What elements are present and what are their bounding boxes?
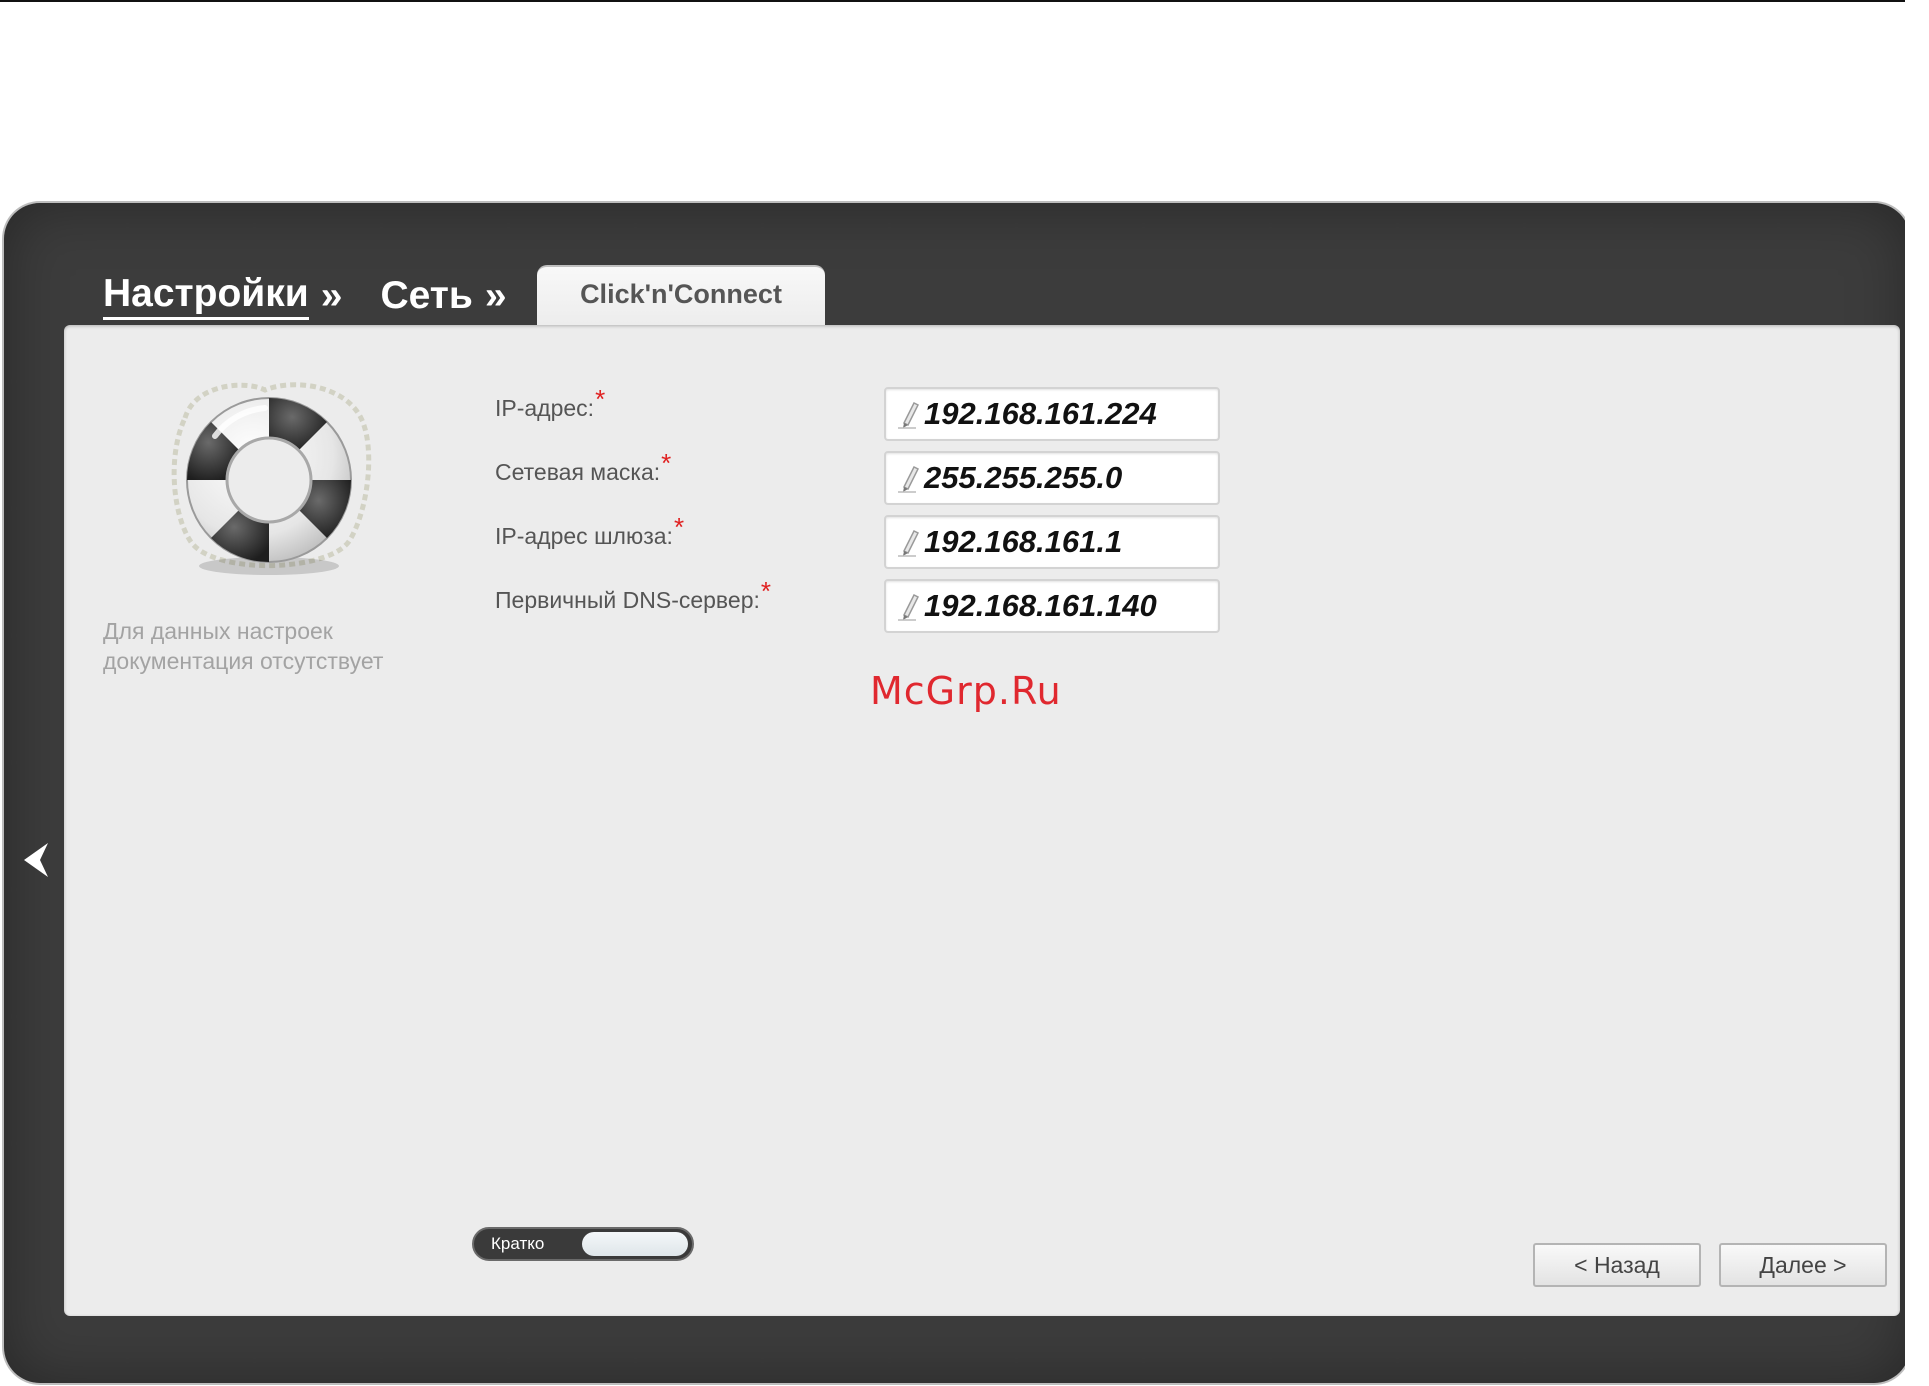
gateway-value: 192.168.161.1	[924, 524, 1123, 559]
pencil-icon	[898, 593, 920, 621]
pencil-icon	[898, 465, 920, 493]
subnet-mask-label-text: Сетевая маска:	[495, 459, 661, 485]
primary-dns-value: 192.168.161.140	[924, 588, 1157, 623]
primary-dns-label-text: Первичный DNS-сервер:	[495, 587, 760, 613]
toggle-label: Кратко	[491, 1234, 545, 1253]
gateway-label-text: IP-адрес шлюза:	[495, 523, 673, 549]
ip-address-value: 192.168.161.224	[924, 396, 1157, 431]
ip-address-input[interactable]: 192.168.161.224	[884, 387, 1220, 441]
primary-dns-label: Первичный DNS-сервер:*	[495, 576, 771, 615]
pencil-icon	[898, 529, 920, 557]
watermark: McGrp.Ru	[870, 669, 1062, 713]
view-mode-toggle[interactable]: Кратко	[472, 1227, 694, 1261]
tab-click-n-connect[interactable]: Click'n'Connect	[537, 265, 825, 329]
required-marker: *	[673, 512, 685, 542]
documentation-note: Для данных настроек документация отсутст…	[103, 618, 384, 674]
breadcrumb-settings[interactable]: Настройки	[103, 272, 309, 320]
pencil-icon	[898, 401, 920, 429]
top-rule	[0, 0, 1929, 2]
subnet-mask-value: 255.255.255.0	[924, 460, 1123, 495]
ip-address-label: IP-адрес:*	[495, 384, 605, 423]
back-button[interactable]: < Назад	[1533, 1243, 1701, 1287]
page-margin	[1905, 0, 1929, 1386]
subnet-mask-label: Сетевая маска:*	[495, 448, 671, 487]
breadcrumb-network[interactable]: Сеть	[380, 274, 472, 318]
required-marker: *	[661, 448, 672, 478]
breadcrumb-separator: »	[320, 274, 343, 317]
breadcrumb-separator: »	[484, 274, 507, 317]
lifebuoy-icon	[155, 376, 377, 582]
subnet-mask-input[interactable]: 255.255.255.0	[884, 451, 1220, 505]
collapse-arrow-icon[interactable]	[18, 839, 52, 881]
gateway-input[interactable]: 192.168.161.1	[884, 515, 1220, 569]
ip-address-label-text: IP-адрес:	[495, 395, 595, 421]
primary-dns-input[interactable]: 192.168.161.140	[884, 579, 1220, 633]
gateway-label: IP-адрес шлюза:*	[495, 512, 684, 551]
next-button[interactable]: Далее >	[1719, 1243, 1887, 1287]
toggle-knob	[582, 1232, 688, 1256]
required-marker: *	[595, 384, 606, 414]
breadcrumb: Настройки » Сеть »	[103, 268, 545, 324]
required-marker: *	[760, 576, 771, 606]
